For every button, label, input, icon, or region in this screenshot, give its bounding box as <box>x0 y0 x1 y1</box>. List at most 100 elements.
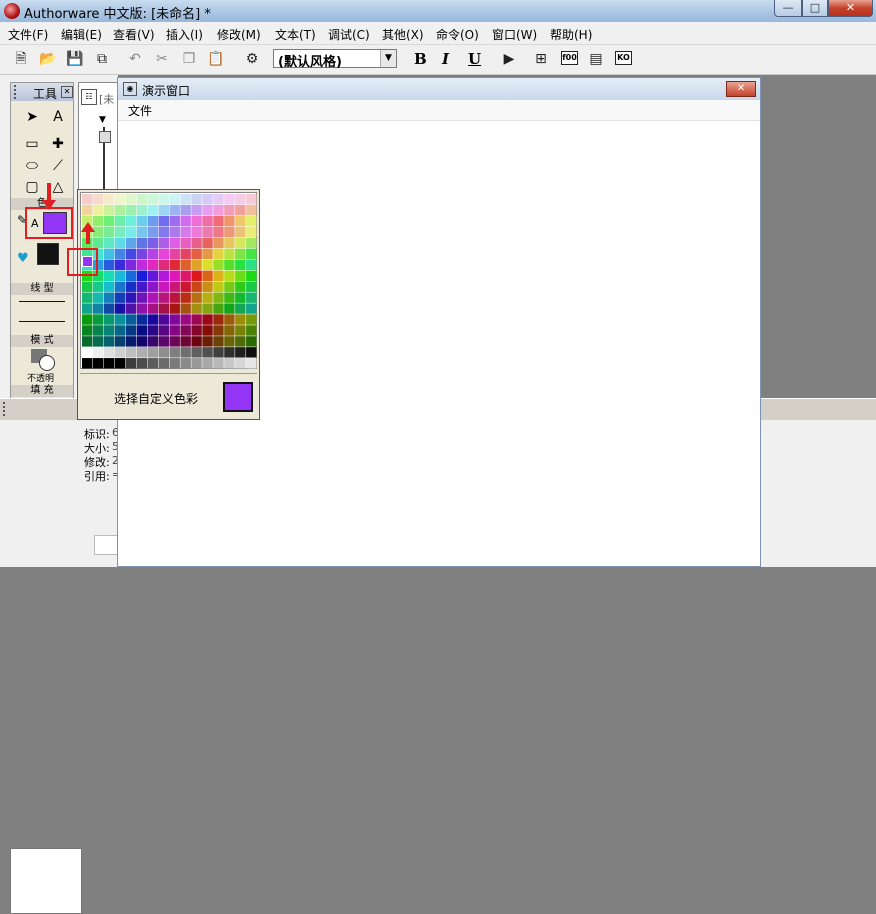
palette-cell[interactable] <box>224 248 235 260</box>
text-tool[interactable]: A <box>47 107 69 127</box>
palette-cell[interactable] <box>235 204 246 216</box>
palette-cell[interactable] <box>136 248 148 260</box>
palette-cell[interactable] <box>202 248 213 260</box>
palette-cell[interactable] <box>191 314 202 325</box>
palette-cell[interactable] <box>180 292 191 303</box>
palette-cell[interactable] <box>158 314 169 325</box>
palette-cell[interactable] <box>235 194 246 205</box>
style-select[interactable]: (默认风格) ▼ <box>273 49 397 70</box>
palette-cell[interactable] <box>224 194 235 205</box>
minimize-button[interactable]: — <box>774 0 802 17</box>
palette-cell[interactable] <box>136 292 148 303</box>
palette-cell[interactable] <box>191 226 202 238</box>
palette-cell[interactable] <box>191 194 202 205</box>
palette-cell[interactable] <box>158 226 169 238</box>
palette-cell[interactable] <box>246 215 257 227</box>
palette-cell[interactable] <box>169 347 180 358</box>
palette-cell[interactable] <box>224 259 235 271</box>
palette-cell[interactable] <box>235 347 246 358</box>
palette-cell[interactable] <box>114 347 126 358</box>
menu-edit[interactable]: 编辑(E) <box>61 26 102 43</box>
palette-cell[interactable] <box>82 347 93 358</box>
custom-color-row[interactable]: 选择自定义色彩 <box>80 373 257 418</box>
palette-cell[interactable] <box>92 303 104 314</box>
palette-cell[interactable] <box>235 259 246 271</box>
palette-cell[interactable] <box>169 314 180 325</box>
restart-icon[interactable]: ▶ <box>500 50 518 68</box>
palette-cell[interactable] <box>136 270 148 281</box>
line-style-arrow[interactable] <box>19 321 65 322</box>
chevron-down-icon[interactable]: ▼ <box>380 50 396 67</box>
palette-cell[interactable] <box>92 281 104 292</box>
palette-cell[interactable] <box>169 281 180 292</box>
menu-window[interactable]: 窗口(W) <box>492 26 537 43</box>
palette-cell[interactable] <box>224 204 235 216</box>
palette-cell[interactable] <box>246 248 257 260</box>
palette-cell[interactable] <box>82 358 93 369</box>
palette-cell[interactable] <box>114 314 126 325</box>
palette-cell[interactable] <box>246 281 257 292</box>
palette-cell[interactable] <box>224 358 235 369</box>
palette-cell[interactable] <box>147 292 159 303</box>
palette-cell[interactable] <box>125 303 137 314</box>
palette-cell[interactable] <box>103 336 115 347</box>
palette-cell[interactable] <box>147 270 159 281</box>
find-icon[interactable]: ⚙ <box>243 50 261 68</box>
tools-palette-header[interactable]: 工具 ✕ <box>11 83 73 101</box>
palette-cell[interactable] <box>92 204 104 216</box>
palette-cell[interactable] <box>202 336 213 347</box>
palette-cell[interactable] <box>136 358 148 369</box>
palette-cell[interactable] <box>158 237 169 249</box>
palette-cell[interactable] <box>92 336 104 347</box>
palette-cell[interactable] <box>246 347 257 358</box>
palette-cell[interactable] <box>180 336 191 347</box>
palette-cell[interactable] <box>235 325 246 336</box>
close-icon[interactable]: ✕ <box>61 86 73 98</box>
palette-cell[interactable] <box>147 303 159 314</box>
palette-cell[interactable] <box>213 237 224 249</box>
palette-cell[interactable] <box>125 204 137 216</box>
copy-icon[interactable]: ❐ <box>180 50 198 68</box>
palette-cell[interactable] <box>125 270 137 281</box>
palette-cell[interactable] <box>82 204 93 216</box>
palette-cell[interactable] <box>114 325 126 336</box>
palette-cell[interactable] <box>213 226 224 238</box>
pointer-tool-icon[interactable]: ➤ <box>21 107 43 127</box>
palette-cell[interactable] <box>213 358 224 369</box>
palette-cell[interactable] <box>235 226 246 238</box>
cut-icon[interactable]: ✂ <box>153 50 171 68</box>
palette-cell[interactable] <box>147 358 159 369</box>
palette-cell[interactable] <box>213 325 224 336</box>
palette-cell[interactable] <box>136 303 148 314</box>
palette-cell[interactable] <box>169 303 180 314</box>
palette-cell[interactable] <box>169 358 180 369</box>
palette-cell[interactable] <box>224 303 235 314</box>
palette-cell[interactable] <box>103 325 115 336</box>
palette-cell[interactable] <box>158 303 169 314</box>
palette-cell[interactable] <box>180 237 191 249</box>
palette-cell[interactable] <box>180 347 191 358</box>
palette-cell[interactable] <box>147 215 159 227</box>
palette-cell[interactable] <box>246 292 257 303</box>
palette-cell[interactable] <box>114 215 126 227</box>
palette-cell[interactable] <box>92 347 104 358</box>
palette-cell[interactable] <box>136 314 148 325</box>
palette-cell[interactable] <box>125 248 137 260</box>
new-file-icon[interactable]: 🗎 <box>12 50 30 68</box>
palette-cell[interactable] <box>103 237 115 249</box>
diagonal-line-tool-icon[interactable]: ⟋ <box>47 156 69 176</box>
palette-cell[interactable] <box>213 347 224 358</box>
palette-cell[interactable] <box>202 270 213 281</box>
menu-insert[interactable]: 插入(I) <box>166 26 203 43</box>
palette-cell[interactable] <box>125 358 137 369</box>
palette-cell[interactable] <box>114 226 126 238</box>
palette-cell[interactable] <box>158 336 169 347</box>
palette-cell[interactable] <box>169 336 180 347</box>
palette-cell[interactable] <box>213 314 224 325</box>
palette-cell[interactable] <box>180 314 191 325</box>
palette-cell[interactable] <box>103 204 115 216</box>
palette-cell[interactable] <box>202 194 213 205</box>
palette-cell[interactable] <box>224 292 235 303</box>
menu-text[interactable]: 文本(T) <box>275 26 316 43</box>
palette-cell[interactable] <box>125 336 137 347</box>
